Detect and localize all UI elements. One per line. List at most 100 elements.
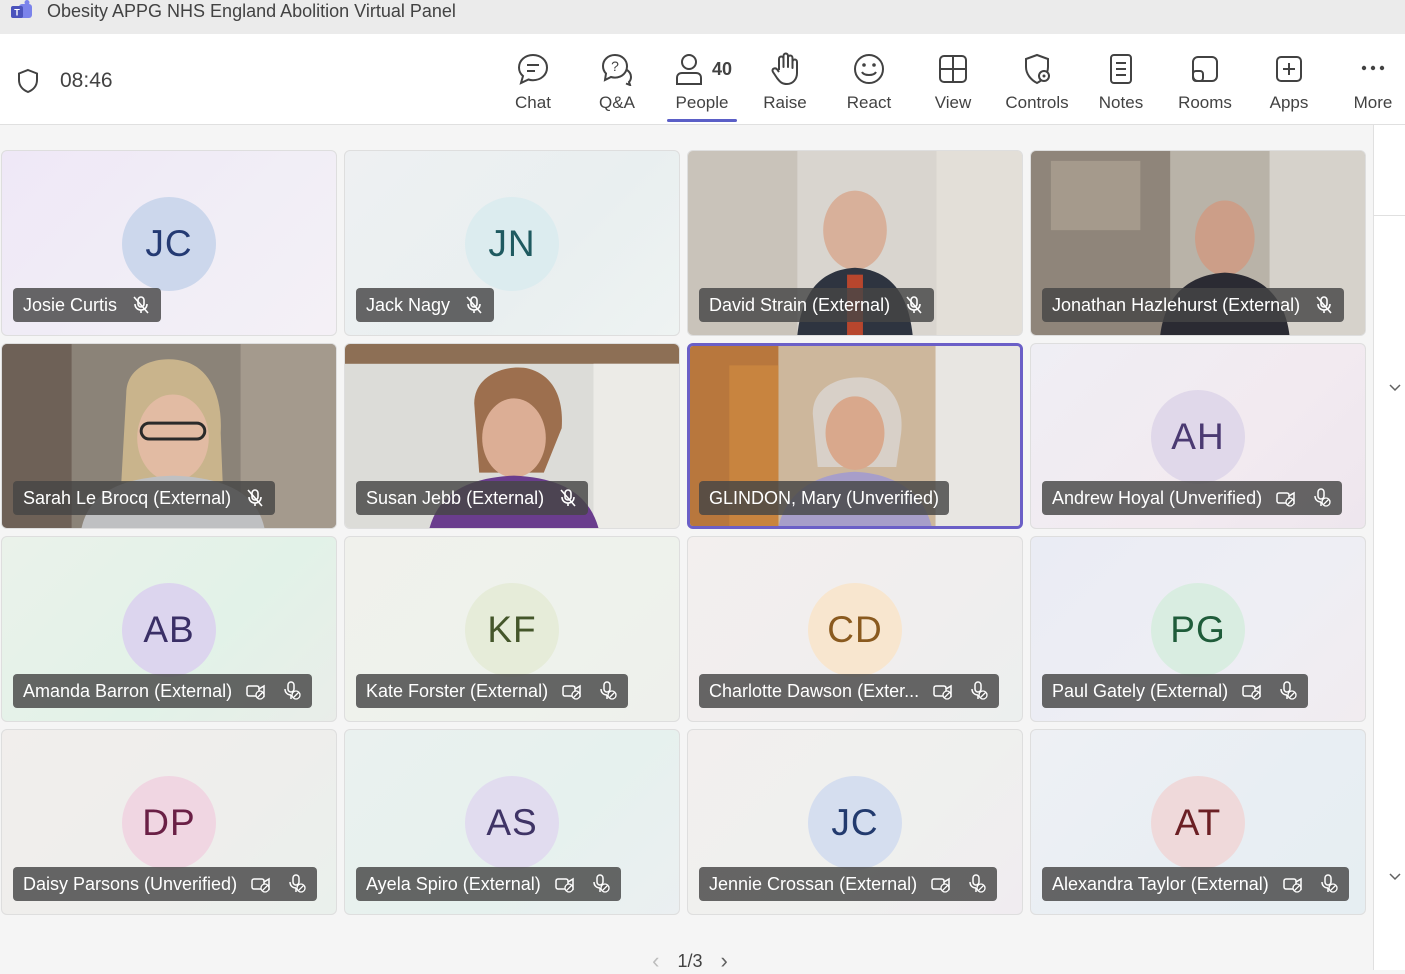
mic-muted-icon — [284, 681, 301, 700]
avatar: AB — [122, 583, 216, 677]
rooms-icon — [1192, 56, 1218, 82]
participant-name: Daisy Parsons (Unverified) — [23, 873, 238, 894]
more-label: More — [1353, 93, 1393, 112]
react-label: React — [846, 93, 892, 112]
qa-label: Q&A — [599, 93, 635, 112]
participant-video-tile-speaking[interactable]: GLINDON, Mary (Unverified) — [687, 343, 1023, 529]
participant-tile[interactable]: AT Alexandra Taylor (External) — [1030, 729, 1366, 915]
participant-video-tile[interactable]: Sarah Le Brocq (External) — [1, 343, 337, 529]
chat-button[interactable]: Chat — [491, 34, 575, 125]
participant-nameplate: Kate Forster (External) — [356, 674, 629, 708]
raise-hand-button[interactable]: Raise — [743, 34, 827, 125]
participant-tile[interactable]: KF Kate Forster (External) — [344, 536, 680, 722]
next-page-icon[interactable]: › — [721, 948, 728, 974]
avatar: AT — [1151, 776, 1245, 870]
participant-name: Andrew Hoyal (Unverified) — [1052, 487, 1263, 508]
avatar: DP — [122, 776, 216, 870]
controls-button[interactable]: Controls — [995, 34, 1079, 125]
controls-icon — [1025, 53, 1050, 85]
participant-video-tile[interactable]: Jonathan Hazlehurst (External) — [1030, 150, 1366, 336]
more-button[interactable]: More — [1331, 34, 1405, 125]
chevron-down-icon[interactable] — [1388, 871, 1402, 881]
mic-muted-icon — [289, 874, 306, 893]
participant-name: Amanda Barron (External) — [23, 680, 233, 701]
participant-nameplate: Susan Jebb (External) — [356, 481, 589, 515]
mic-muted-icon — [600, 681, 617, 700]
participant-count: 40 — [712, 59, 733, 79]
gallery-pager: ‹ 1/3 › — [620, 948, 760, 973]
avatar: CD — [808, 583, 902, 677]
apps-button[interactable]: Apps — [1247, 34, 1331, 125]
camera-off-icon — [562, 684, 581, 700]
grid-view-icon — [939, 55, 967, 83]
participant-nameplate: David Strain (External) — [699, 288, 935, 322]
participant-nameplate: GLINDON, Mary (Unverified) — [699, 481, 950, 515]
camera-off-icon — [933, 684, 952, 700]
page-indicator: 1/3 — [677, 950, 703, 971]
rooms-button[interactable]: Rooms — [1163, 34, 1247, 125]
participant-nameplate: Paul Gately (External) — [1042, 674, 1309, 708]
participant-tile[interactable]: AS Ayela Spiro (External) — [344, 729, 680, 915]
participant-tile[interactable]: JC Josie Curtis — [1, 150, 337, 336]
raise-label: Raise — [763, 93, 807, 112]
chevron-down-icon[interactable] — [1388, 382, 1402, 392]
avatar: JC — [808, 776, 902, 870]
participant-video-tile[interactable]: Susan Jebb (External) — [344, 343, 680, 529]
participant-tile[interactable]: CD Charlotte Dawson (Exter... — [687, 536, 1023, 722]
camera-off-icon — [555, 877, 574, 893]
mic-muted-icon — [971, 681, 988, 700]
qa-button[interactable]: ? Q&A — [575, 34, 659, 125]
active-tab-indicator — [667, 119, 737, 122]
participant-nameplate: Daisy Parsons (Unverified) — [13, 867, 318, 901]
participant-name: Sarah Le Brocq (External) — [23, 487, 232, 508]
apps-label: Apps — [1269, 93, 1309, 112]
camera-off-icon — [931, 877, 950, 893]
participant-tile[interactable]: PG Paul Gately (External) — [1030, 536, 1366, 722]
participant-nameplate: Charlotte Dawson (Exter... — [699, 674, 1000, 708]
participant-name: GLINDON, Mary (Unverified) — [709, 487, 940, 508]
divider — [1374, 215, 1405, 216]
people-button[interactable]: 40 People — [666, 34, 738, 125]
controls-label: Controls — [1005, 93, 1069, 112]
participant-nameplate: Jennie Crossan (External) — [699, 867, 998, 901]
meeting-timer: 08:46 — [60, 69, 113, 92]
notes-label: Notes — [1098, 93, 1144, 112]
participant-tile[interactable]: AB Amanda Barron (External) — [1, 536, 337, 722]
participant-tile[interactable]: DP Daisy Parsons (Unverified) — [1, 729, 337, 915]
chat-label: Chat — [515, 93, 551, 112]
avatar: JN — [465, 197, 559, 291]
participant-nameplate: Josie Curtis — [13, 288, 162, 322]
smiley-icon — [854, 54, 884, 84]
participant-video-tile[interactable]: David Strain (External) — [687, 150, 1023, 336]
notes-button[interactable]: Notes — [1079, 34, 1163, 125]
camera-off-icon — [1283, 877, 1302, 893]
participant-name: Alexandra Taylor (External) — [1052, 873, 1269, 894]
notes-icon — [1110, 54, 1132, 84]
people-label: People — [675, 93, 729, 112]
participant-tile[interactable]: JC Jennie Crossan (External) — [687, 729, 1023, 915]
previous-page-icon[interactable]: ‹ — [652, 948, 659, 974]
camera-off-icon — [1242, 684, 1261, 700]
participant-nameplate: Alexandra Taylor (External) — [1042, 867, 1349, 901]
mic-muted-icon — [247, 489, 263, 507]
meeting-title: Obesity APPG NHS England Abolition Virtu… — [47, 1, 456, 21]
participant-name: Jennie Crossan (External) — [709, 873, 918, 894]
svg-text:?: ? — [611, 58, 619, 74]
avatar: PG — [1151, 583, 1245, 677]
qa-icon: ? — [601, 53, 633, 86]
mic-muted-icon — [133, 296, 149, 314]
participant-nameplate: Ayela Spiro (External) — [356, 867, 621, 901]
mic-muted-icon — [593, 874, 610, 893]
view-button[interactable]: View — [911, 34, 995, 125]
shield-icon[interactable] — [17, 68, 39, 94]
participant-tile[interactable]: AH Andrew Hoyal (Unverified) — [1030, 343, 1366, 529]
teams-logo-icon: T — [11, 0, 32, 18]
participant-nameplate: Amanda Barron (External) — [13, 674, 313, 708]
participant-name: Kate Forster (External) — [366, 680, 549, 701]
react-button[interactable]: React — [827, 34, 911, 125]
avatar: AS — [465, 776, 559, 870]
participant-name: Jack Nagy — [366, 294, 451, 315]
camera-off-icon — [1276, 491, 1295, 507]
mic-muted-icon — [466, 296, 482, 314]
participant-tile[interactable]: JN Jack Nagy — [344, 150, 680, 336]
